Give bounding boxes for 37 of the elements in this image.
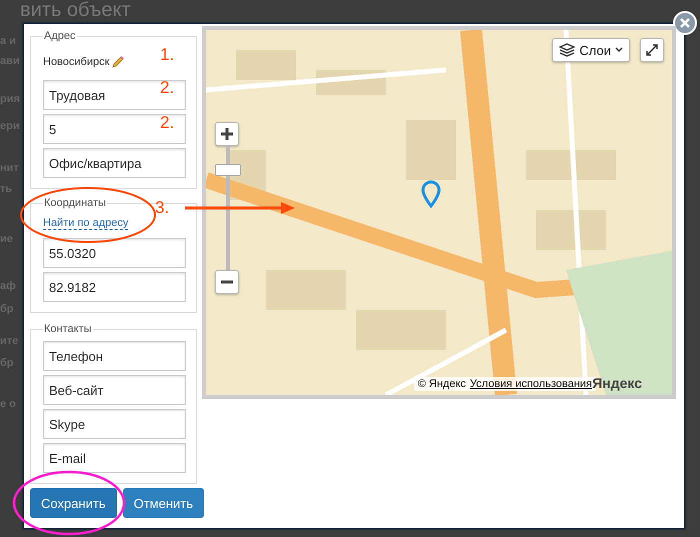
input-field[interactable]: E-mail xyxy=(43,443,186,473)
fieldset-legend: Координаты xyxy=(43,197,107,209)
expand-icon xyxy=(646,44,658,56)
layers-button[interactable]: Слои xyxy=(552,38,630,62)
input-field[interactable]: Телефон xyxy=(43,341,186,371)
city-label: Новосибирск xyxy=(43,56,110,68)
input-field[interactable]: 55.0320 xyxy=(43,238,186,268)
minus-icon xyxy=(221,280,233,284)
fieldset-legend: Адрес xyxy=(43,30,76,42)
close-button[interactable] xyxy=(673,11,697,35)
input-field[interactable]: Веб-сайт xyxy=(43,375,186,405)
fullscreen-button[interactable] xyxy=(640,38,664,62)
find-by-address-link[interactable]: Найти по адресу xyxy=(43,217,128,230)
map-logo: Яндекс xyxy=(592,375,642,391)
layers-icon xyxy=(559,43,576,57)
zoom-in-button[interactable] xyxy=(215,122,239,146)
annotation-number: 2. xyxy=(160,113,174,133)
plus-icon xyxy=(221,128,233,140)
input-field[interactable]: 82.9182 xyxy=(43,272,186,302)
map-view[interactable]: Слои © Яндекс Условия использованияЯндекс xyxy=(202,26,676,399)
input-field[interactable]: Офис/квартира xyxy=(43,148,186,178)
cancel-button[interactable]: Отменить xyxy=(122,488,204,518)
fieldset-legend: Контакты xyxy=(43,323,93,335)
input-field[interactable]: Skype xyxy=(43,409,186,439)
terms-link[interactable]: Условия использования xyxy=(470,378,592,390)
zoom-out-button[interactable] xyxy=(215,270,239,294)
caret-icon xyxy=(615,47,623,53)
annotation-number: 2. xyxy=(160,78,174,98)
annotation-number: 1. xyxy=(160,45,174,65)
copyright-text: © Яндекс xyxy=(418,378,466,390)
zoom-slider-thumb[interactable] xyxy=(215,164,241,176)
save-button[interactable]: Сохранить xyxy=(30,488,117,518)
page-title: вить объект xyxy=(20,0,131,22)
pencil-icon[interactable] xyxy=(111,55,126,69)
annotation-number: 3. xyxy=(155,198,170,218)
close-icon xyxy=(680,18,690,28)
map-pin-icon xyxy=(421,180,441,208)
